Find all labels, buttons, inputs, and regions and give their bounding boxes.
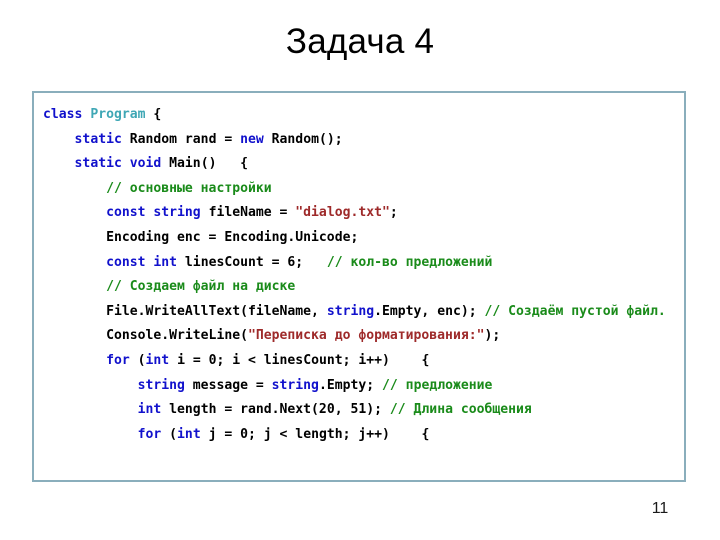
code-token-kw: int (145, 352, 178, 368)
code-token-str: "dialog.txt" (295, 205, 390, 221)
code-token-com: // Длина сообщения (389, 402, 532, 418)
code-token-pln: linesCount = 6; (184, 254, 327, 270)
code-line: class Program { (43, 103, 676, 128)
code-line: // основные настройки (43, 177, 676, 202)
page-title: Задача 4 (285, 22, 435, 61)
code-token-type: Program (90, 107, 146, 122)
code-token-pln: Random(); (271, 131, 343, 147)
code-token-kw: new (240, 131, 272, 147)
code-line: const string fileName = "dialog.txt"; (43, 201, 676, 226)
code-line: static void Main() { (43, 152, 676, 177)
code-token-com: // Создаём пустой файл. (484, 303, 666, 319)
code-token-pln: { (145, 107, 162, 122)
page-number: 11 (651, 500, 669, 517)
code-token-com: // кол-во предложений (326, 254, 493, 270)
code-token-kw: string (271, 377, 319, 393)
code-line: string message = string.Empty; // предло… (43, 374, 676, 399)
code-token-pln: message = (192, 377, 272, 393)
code-token-pln: .Empty, enc); (374, 303, 485, 319)
code-block-container: class Program { static Random rand = new… (32, 91, 686, 482)
code-token-kw: int (43, 402, 170, 418)
code-line: static Random rand = new Random(); (43, 128, 676, 153)
code-token-com: // Создаем файл на диске (43, 279, 296, 295)
code-token-com: // предложение (382, 377, 493, 393)
code-token-pln: File.WriteAllText(fileName, (43, 303, 327, 319)
code-listing: class Program { static Random rand = new… (43, 103, 676, 447)
code-line: // Создаем файл на диске (43, 275, 676, 300)
code-token-pln: fileName = (208, 205, 296, 221)
code-token-kw: for (43, 352, 138, 368)
code-line: File.WriteAllText(fileName, string.Empty… (43, 300, 676, 325)
code-token-pln: Main() { (169, 156, 248, 172)
code-token-pln: j = 0; j < length; j++) { (208, 426, 430, 442)
code-token-pln: ( (169, 426, 178, 442)
code-line: for (int j = 0; j < length; j++) { (43, 423, 676, 448)
code-line: const int linesCount = 6; // кол-во пред… (43, 251, 676, 276)
code-token-pln: length = rand.Next(20, 51); (169, 402, 390, 418)
code-token-pln: ; (389, 205, 398, 221)
code-token-kw: static (43, 131, 130, 147)
code-token-pln: Random rand = (129, 131, 241, 147)
code-token-kw: int (177, 426, 209, 442)
code-token-kw: string (43, 377, 193, 393)
code-token-kw: static void (43, 156, 170, 172)
code-token-pln: ( (137, 352, 146, 368)
code-token-kw: for (43, 426, 170, 442)
code-token-str: "Переписка до форматирования:" (247, 328, 485, 344)
code-line: Console.WriteLine("Переписка до форматир… (43, 324, 676, 349)
code-token-pln: ); (484, 328, 501, 344)
code-token-pln: i = 0; i < linesCount; i++) { (177, 352, 430, 368)
code-token-kw: class (43, 107, 91, 122)
code-token-kw: string (326, 303, 375, 319)
code-line: for (int i = 0; i < linesCount; i++) { (43, 349, 676, 374)
code-line: int length = rand.Next(20, 51); // Длина… (43, 398, 676, 423)
code-token-kw: const string (43, 205, 209, 221)
code-token-com: // основные настройки (43, 180, 272, 196)
slide: Задача 4 class Program { static Random r… (0, 0, 720, 540)
code-token-kw: const int (43, 254, 185, 270)
code-token-pln: Console.WriteLine( (43, 328, 248, 344)
code-line: Encoding enc = Encoding.Unicode; (43, 226, 676, 251)
code-token-pln: .Empty; (318, 377, 383, 393)
code-token-pln: Encoding enc = Encoding.Unicode; (43, 229, 359, 245)
